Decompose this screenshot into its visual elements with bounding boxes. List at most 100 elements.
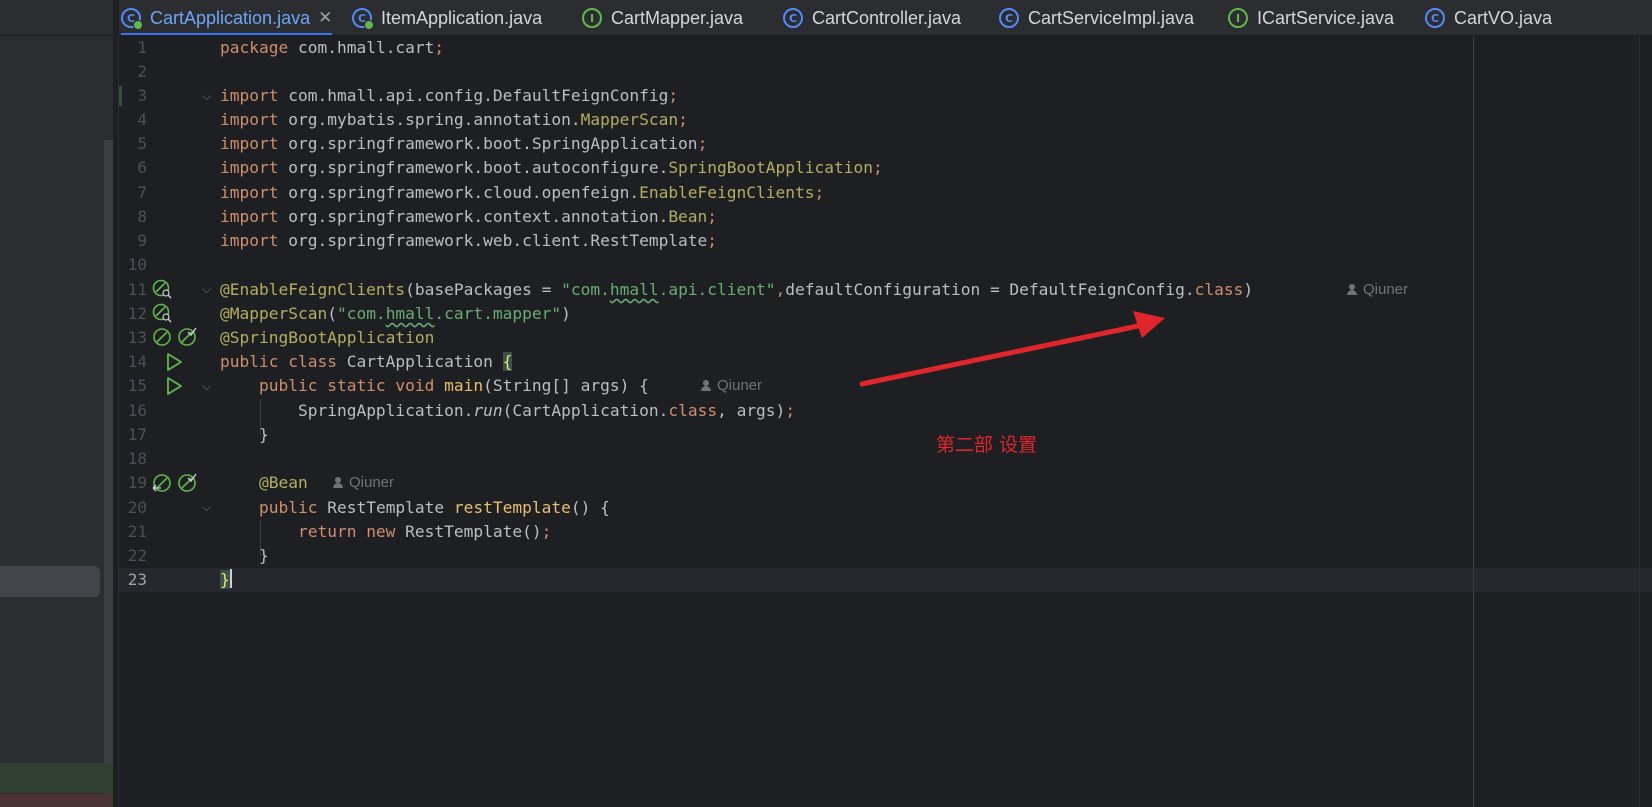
typo-warning[interactable]: hmall <box>386 304 435 323</box>
keyword: import <box>220 183 279 202</box>
line-number: 15 <box>127 376 147 395</box>
import-path: com.hmall.api.config.DefaultFeignConfig <box>278 86 669 105</box>
code-line[interactable]: @MapperScan("com.hmall.cart.mapper") <box>220 302 571 326</box>
code-vision-author[interactable]: Qiuner <box>333 474 394 491</box>
run-icon[interactable] <box>164 352 184 372</box>
code-text: (String[] args) { <box>483 376 649 395</box>
close-icon[interactable]: ✕ <box>318 8 332 28</box>
project-panel-scrollbar[interactable] <box>104 140 113 807</box>
code-text: ) <box>561 304 571 323</box>
code-line[interactable]: return new RestTemplate(); <box>220 520 551 544</box>
keyword: public <box>258 498 318 517</box>
class-icon: C <box>1425 8 1445 28</box>
string-literal: "com. <box>336 304 386 323</box>
line-number: 2 <box>137 62 147 81</box>
line-number: 14 <box>127 352 147 371</box>
line-number: 22 <box>127 546 147 565</box>
type-name: RestTemplate <box>317 498 454 517</box>
fold-chevron-icon[interactable]: ⌵ <box>202 283 214 295</box>
keyword: import <box>220 231 279 250</box>
spring-config-icon[interactable] <box>177 473 197 493</box>
code-vision-author[interactable]: Qiuner <box>701 377 762 394</box>
tab-cart-vo[interactable]: C CartVO.java <box>1425 0 1552 35</box>
keyword: class <box>668 401 718 420</box>
class-icon: C <box>783 8 803 28</box>
code-line[interactable]: public class CartApplication { <box>220 350 513 374</box>
fold-chevron-icon[interactable]: ⌵ <box>202 380 214 392</box>
line-number: 10 <box>127 255 147 274</box>
code-editor[interactable]: 1 2 3 4 5 6 7 8 9 10 11 12 13 14 15 16 1… <box>119 36 1652 807</box>
code-line[interactable]: public static void main(String[] args) { <box>220 374 649 398</box>
run-icon[interactable] <box>164 376 184 396</box>
bean-navigate-icon[interactable] <box>152 473 172 493</box>
string-literal: "com. <box>561 280 610 299</box>
semicolon: ; <box>785 401 796 420</box>
keyword: import <box>220 86 279 105</box>
spring-bean-icon[interactable] <box>152 327 172 347</box>
keyword: return new <box>297 522 396 541</box>
fold-chevron-icon[interactable]: ⌵ <box>202 90 214 102</box>
code-text: defaultConfiguration = DefaultFeignConfi… <box>785 280 1195 299</box>
code-line[interactable]: import org.springframework.cloud.openfei… <box>220 181 824 205</box>
import-path: org.springframework.boot.autoconfigure. <box>278 158 669 177</box>
tab-label: CartMapper.java <box>611 7 744 28</box>
project-tree-selected-row[interactable] <box>0 566 100 597</box>
semicolon: ; <box>707 231 718 250</box>
annotation: @MapperScan <box>220 304 328 323</box>
code-line[interactable]: @Bean <box>220 471 308 495</box>
bean-search-icon[interactable] <box>152 279 172 299</box>
tab-label: CartServiceImpl.java <box>1028 7 1195 28</box>
code-line[interactable]: import org.springframework.boot.SpringAp… <box>220 132 707 156</box>
code-vision-author[interactable]: Qiuner <box>1347 281 1408 298</box>
annotation-class: MapperScan <box>580 110 679 129</box>
keyword: class <box>1194 280 1244 299</box>
tab-cart-controller[interactable]: C CartController.java <box>783 0 962 35</box>
keyword: import <box>220 207 279 226</box>
tab-item-application[interactable]: C ItemApplication.java <box>352 0 542 35</box>
string-literal: .cart.mapper" <box>434 304 562 323</box>
project-panel <box>0 0 113 807</box>
tab-label: CartController.java <box>812 7 962 28</box>
code-line[interactable]: import org.springframework.web.client.Re… <box>220 229 717 253</box>
code-line[interactable]: SpringApplication.run(CartApplication.cl… <box>220 399 795 423</box>
tab-icart-service[interactable]: I ICartService.java <box>1228 0 1394 35</box>
code-line[interactable]: } <box>220 544 269 568</box>
spring-config-icon[interactable] <box>177 327 197 347</box>
code-line[interactable]: } <box>220 568 232 592</box>
code-line[interactable]: import com.hmall.api.config.DefaultFeign… <box>220 84 678 108</box>
project-tree-row-error[interactable] <box>0 794 113 807</box>
matched-brace: { <box>502 352 513 371</box>
code-line[interactable]: @EnableFeignClients(basePackages = "com.… <box>220 278 1253 302</box>
line-number: 4 <box>137 110 147 129</box>
bean-search-icon[interactable] <box>152 303 172 323</box>
code-text: SpringApplication. <box>297 401 474 420</box>
project-tree-row-added[interactable] <box>0 763 113 793</box>
code-line[interactable]: package com.hmall.cart; <box>220 36 444 60</box>
line-number: 3 <box>137 86 147 105</box>
code-line[interactable]: } <box>220 423 269 447</box>
keyword: import <box>220 110 279 129</box>
code-line[interactable]: import org.springframework.context.annot… <box>220 205 717 229</box>
line-number: 1 <box>137 38 147 57</box>
typo-warning[interactable]: hmall <box>610 280 659 299</box>
tab-cart-mapper[interactable]: I CartMapper.java <box>582 0 744 35</box>
annotation-class: SpringBootApplication <box>668 158 873 177</box>
code-text: () { <box>570 498 610 517</box>
editor-scrollbar[interactable] <box>1639 36 1640 807</box>
tab-cart-application[interactable]: C CartApplication.java ✕ <box>121 0 333 35</box>
line-number: 13 <box>127 328 147 347</box>
code-line[interactable]: public RestTemplate restTemplate() { <box>220 496 610 520</box>
code-line[interactable]: import org.mybatis.spring.annotation.Map… <box>220 108 688 132</box>
comma: , <box>775 280 786 299</box>
code-text: , args) <box>717 401 786 420</box>
fold-chevron-icon[interactable]: ⌵ <box>202 501 214 513</box>
editor-tab-bar: C CartApplication.java ✕ C ItemApplicati… <box>119 0 1652 36</box>
user-icon <box>701 380 711 391</box>
code-text: RestTemplate() <box>395 522 542 541</box>
package-name: com.hmall.cart <box>288 38 435 57</box>
code-line[interactable]: @SpringBootApplication <box>220 326 434 350</box>
keyword: import <box>220 158 279 177</box>
tab-cart-service-impl[interactable]: C CartServiceImpl.java <box>999 0 1195 35</box>
annotation: @EnableFeignClients <box>220 280 406 299</box>
code-line[interactable]: import org.springframework.boot.autoconf… <box>220 156 883 180</box>
